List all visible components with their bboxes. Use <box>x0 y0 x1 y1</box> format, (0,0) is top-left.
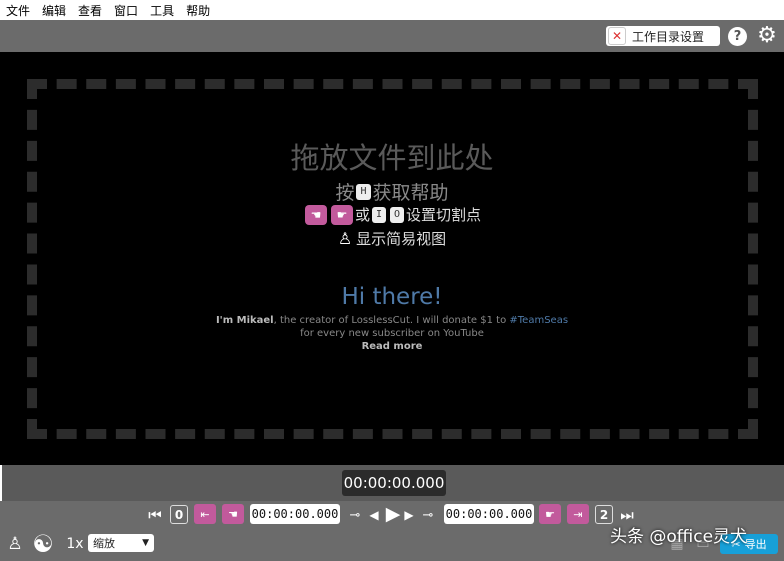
jump-cut-start-icon[interactable]: ⇤ <box>194 504 216 524</box>
key-i: I <box>371 206 386 223</box>
hint-help-text: 获取帮助 <box>372 182 449 204</box>
promo-tag-link[interactable]: #TeamSeas <box>509 315 568 326</box>
set-cut-end-icon[interactable]: ☛ <box>539 504 561 524</box>
promo-line1: , the creator of LosslessCut. I will don… <box>273 315 510 326</box>
help-icon[interactable]: ? <box>728 27 747 46</box>
prev-frame-icon[interactable]: ◀ <box>368 505 380 525</box>
yin-yang-icon[interactable]: ☯ <box>30 530 56 558</box>
timeline[interactable]: 00:00:00.000 <box>0 465 784 501</box>
set-cut-start-icon[interactable]: ☚ <box>222 504 244 524</box>
workdir-label: 工作目录设置 <box>632 29 705 44</box>
export-label: 导出 <box>744 538 767 551</box>
key-icon[interactable]: ⊸ <box>345 505 365 525</box>
hint-simple-text: 显示简易视图 <box>356 230 447 248</box>
hint-set-cut-text: 设置切割点 <box>406 206 482 224</box>
hint-press-text: 按 <box>335 182 355 204</box>
menu-help[interactable]: 帮助 <box>186 2 210 19</box>
menu-file[interactable]: 文件 <box>6 2 30 19</box>
close-icon[interactable]: ✕ <box>608 27 626 45</box>
watermark: 头条 @office灵犬 <box>610 527 748 547</box>
chevron-down-icon: ▼ <box>142 538 149 548</box>
cut-start-time-input[interactable]: 00:00:00.000 <box>250 504 340 524</box>
menu-bar: 文件 编辑 查看 窗口 工具 帮助 <box>0 0 784 20</box>
promo-name: I'm Mikael <box>215 315 274 326</box>
start-segment-button[interactable]: 0 <box>170 505 188 524</box>
playback-speed[interactable]: 1x <box>64 534 86 554</box>
cut-end-time-input[interactable]: 00:00:00.000 <box>444 504 534 524</box>
gear-icon[interactable]: ⚙ <box>756 25 778 47</box>
play-icon[interactable]: ▶ <box>383 503 403 525</box>
hint-or-text: 或 <box>354 206 370 224</box>
cut-hint: ☚ ☛ 或 I O 设置切割点 <box>0 204 784 225</box>
next-frame-icon[interactable]: ▶ <box>403 505 415 525</box>
drop-zone[interactable]: 拖放文件到此处 按 H 获取帮助 ☚ ☛ 或 I O 设置切割点 ♙ 显示简易视… <box>0 52 784 465</box>
drop-title: 拖放文件到此处 <box>290 141 494 175</box>
help-hint: 按 H 获取帮助 <box>0 178 784 205</box>
key-o: O <box>390 206 405 223</box>
simple-mode-icon[interactable]: ♙ <box>6 533 24 555</box>
promo-line2: for every new subscriber on YouTube <box>300 328 484 339</box>
workdir-button[interactable]: ✕ 工作目录设置 <box>606 26 720 46</box>
menu-tools[interactable]: 工具 <box>150 2 174 19</box>
cut-start-icon[interactable]: ☚ <box>304 204 327 225</box>
menu-edit[interactable]: 编辑 <box>42 2 66 19</box>
key-h: H <box>356 183 371 200</box>
app-window: 文件 编辑 查看 窗口 工具 帮助 ✕ 工作目录设置 ? ⚙ 拖放文件到此处 按… <box>0 0 784 561</box>
jump-start-icon[interactable]: ⏮ <box>148 505 162 525</box>
menu-view[interactable]: 查看 <box>78 2 102 19</box>
jump-cut-end-icon[interactable]: ⇥ <box>567 504 589 524</box>
promo-title: Hi there! <box>341 284 443 310</box>
promo-text: I'm Mikael, the creator of LosslessCut. … <box>0 314 784 340</box>
top-toolbar: ✕ 工作目录设置 ? ⚙ <box>0 20 784 52</box>
zoom-select[interactable]: 缩放 ▼ <box>88 534 154 552</box>
key-end-icon[interactable]: ⊸ <box>418 505 438 525</box>
current-time-display[interactable]: 00:00:00.000 <box>342 470 446 496</box>
drop-zone-border <box>27 79 758 439</box>
cut-end-icon[interactable]: ☛ <box>330 204 353 225</box>
menu-window[interactable]: 窗口 <box>114 2 138 19</box>
baby-icon: ♙ <box>337 229 353 248</box>
simple-view-hint[interactable]: ♙ 显示简易视图 <box>0 228 784 249</box>
zoom-select-value: 缩放 <box>93 537 115 550</box>
read-more-link[interactable]: Read more <box>0 341 784 352</box>
